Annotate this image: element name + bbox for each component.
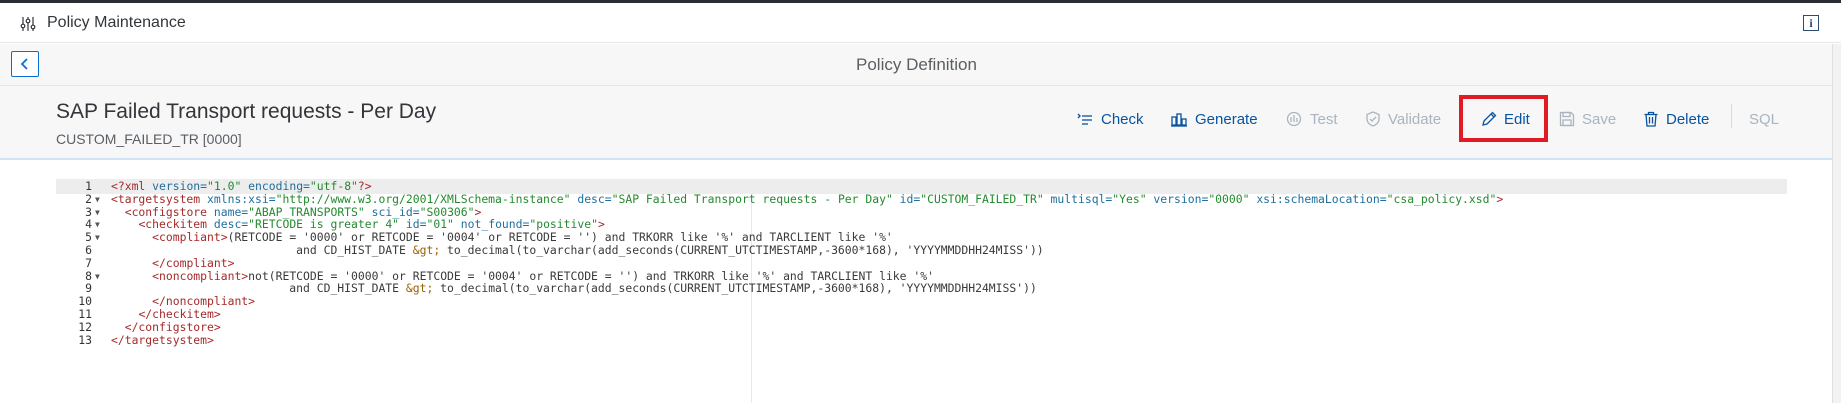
edit-button-highlight — [1459, 95, 1548, 142]
shell-bar: Policy Maintenance i — [0, 3, 1841, 43]
shield-icon — [1366, 111, 1380, 127]
page-header: Policy Definition — [0, 44, 1833, 86]
code-line[interactable]: 13 </targetsystem> — [56, 333, 1787, 348]
generate-button[interactable]: Generate — [1170, 104, 1258, 134]
check-syntax-icon — [1077, 113, 1092, 125]
content-area: 1 <?xml version="1.0" encoding="utf-8"?> 2… — [0, 160, 1833, 403]
validate-button[interactable]: Validate — [1365, 104, 1441, 134]
toolbar-separator — [1731, 104, 1732, 128]
sql-label: SQL — [1749, 110, 1780, 128]
xml-code-editor[interactable]: 1 <?xml version="1.0" encoding="utf-8"?> 2… — [56, 179, 1787, 403]
check-label: Check — [1101, 110, 1144, 128]
info-icon[interactable]: i — [1803, 15, 1819, 31]
save-label: Save — [1582, 110, 1617, 128]
test-icon — [1286, 111, 1302, 127]
app-title: Policy Maintenance — [47, 14, 186, 31]
test-label: Test — [1310, 110, 1338, 128]
generate-label: Generate — [1195, 110, 1258, 128]
delete-label: Delete — [1666, 110, 1710, 128]
trash-icon — [1644, 111, 1658, 127]
test-button[interactable]: Test — [1285, 104, 1338, 134]
delete-button[interactable]: Delete — [1643, 104, 1709, 134]
policy-title: SAP Failed Transport requests - Per Day — [56, 100, 437, 123]
vertical-scrollbar[interactable] — [1832, 44, 1841, 403]
policy-id: CUSTOM_FAILED_TR [0000] — [56, 131, 242, 147]
settings-sliders-icon[interactable] — [20, 16, 36, 32]
code-text: </targetsystem> — [111, 332, 214, 347]
generate-icon — [1171, 113, 1187, 127]
line-number: 13 — [78, 332, 92, 347]
check-button[interactable]: Check — [1076, 104, 1144, 134]
object-header: SAP Failed Transport requests - Per Day … — [0, 86, 1833, 160]
page-title: Policy Definition — [856, 55, 977, 74]
save-button[interactable]: Save — [1559, 104, 1616, 134]
sql-button[interactable]: SQL — [1749, 104, 1779, 134]
save-icon — [1559, 111, 1575, 127]
validate-label: Validate — [1388, 110, 1442, 128]
